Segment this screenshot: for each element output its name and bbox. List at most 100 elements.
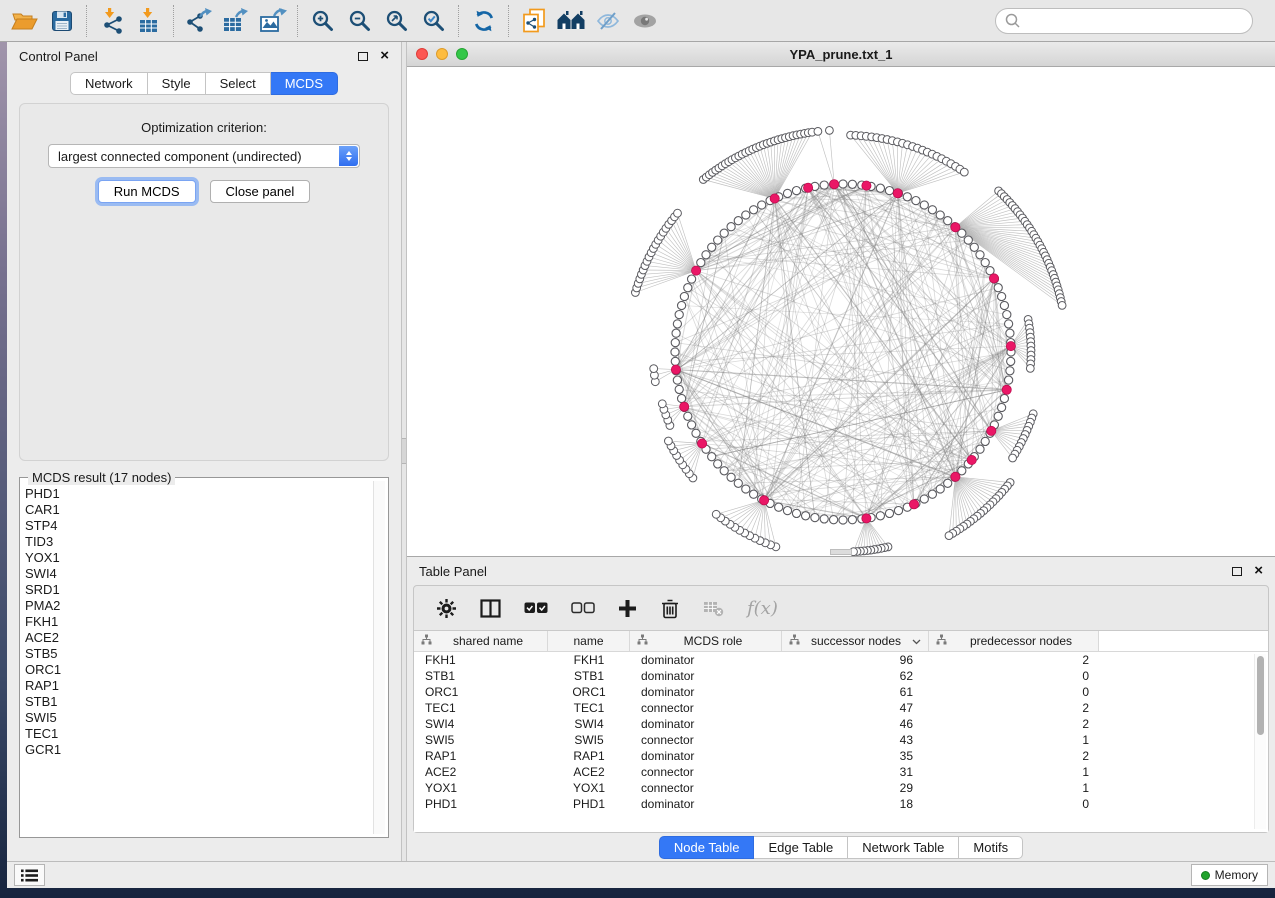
- table-scrollbar-thumb[interactable]: [1257, 656, 1264, 735]
- zoom-fit-button[interactable]: [378, 4, 415, 38]
- add-column-button[interactable]: [618, 599, 637, 618]
- column-header-MCDS-role[interactable]: MCDS role: [630, 631, 782, 651]
- cell-MCDS-role: dominator: [630, 716, 782, 732]
- refresh-button[interactable]: [465, 4, 502, 38]
- status-bar: Memory: [7, 861, 1275, 888]
- column-header-name[interactable]: name: [548, 631, 630, 651]
- table-row[interactable]: STB1STB1dominator620: [414, 668, 1268, 684]
- mcds-node-item[interactable]: SRD1: [25, 582, 370, 598]
- column-header-predecessor-nodes[interactable]: predecessor nodes: [929, 631, 1099, 651]
- table-row[interactable]: FKH1FKH1dominator962: [414, 652, 1268, 668]
- vertical-splitter-handle[interactable]: [402, 438, 406, 464]
- table-row[interactable]: RAP1RAP1dominator352: [414, 748, 1268, 764]
- table-row[interactable]: PHD1PHD1dominator180: [414, 796, 1268, 812]
- mcds-node-item[interactable]: RAP1: [25, 678, 370, 694]
- close-panel-icon[interactable]: ×: [380, 51, 389, 61]
- cell-MCDS-role: dominator: [630, 748, 782, 764]
- show-all-button[interactable]: [626, 4, 663, 38]
- cell-name: STB1: [548, 668, 630, 684]
- zoom-selected-button[interactable]: [415, 4, 452, 38]
- mcds-node-item[interactable]: FKH1: [25, 614, 370, 630]
- mcds-node-item[interactable]: PMA2: [25, 598, 370, 614]
- delete-table-button[interactable]: [703, 600, 724, 617]
- table-row[interactable]: YOX1YOX1connector291: [414, 780, 1268, 796]
- table-row[interactable]: TEC1TEC1connector472: [414, 700, 1268, 716]
- table-row[interactable]: ACE2ACE2connector311: [414, 764, 1268, 780]
- tab-select[interactable]: Select: [206, 72, 271, 95]
- open-file-button[interactable]: [6, 4, 43, 38]
- select-all-button[interactable]: [524, 601, 548, 615]
- first-neighbors-button[interactable]: [552, 4, 589, 38]
- float-panel-icon[interactable]: [1232, 567, 1242, 576]
- result-scrollbar[interactable]: [373, 481, 385, 834]
- table-settings-button[interactable]: [436, 598, 457, 619]
- mcds-node-item[interactable]: ORC1: [25, 662, 370, 678]
- zoom-out-button[interactable]: [341, 4, 378, 38]
- column-header-successor-nodes[interactable]: successor nodes: [782, 631, 929, 651]
- close-panel-icon[interactable]: ×: [1254, 566, 1263, 576]
- tab-mcds[interactable]: MCDS: [271, 72, 338, 95]
- import-network-button[interactable]: [93, 4, 130, 38]
- cell-predecessor-nodes: 1: [929, 780, 1099, 796]
- mcds-node-item[interactable]: ACE2: [25, 630, 370, 646]
- table-scrollbar[interactable]: [1254, 654, 1266, 829]
- zoom-selected-icon: [422, 9, 445, 32]
- zoom-in-button[interactable]: [304, 4, 341, 38]
- mcds-node-item[interactable]: GCR1: [25, 742, 370, 758]
- criterion-select[interactable]: largest connected component (undirected): [48, 144, 360, 168]
- search-input[interactable]: [1025, 13, 1243, 28]
- delete-column-button[interactable]: [660, 598, 680, 619]
- mcds-node-item[interactable]: TEC1: [25, 726, 370, 742]
- hide-selected-button[interactable]: [589, 4, 626, 38]
- task-history-button[interactable]: [14, 864, 45, 886]
- cell-name: SWI4: [548, 716, 630, 732]
- network-view: YPA_prune.txt_1: [407, 42, 1275, 557]
- tab-edge-table[interactable]: Edge Table: [754, 836, 848, 859]
- cell-name: PHD1: [548, 796, 630, 812]
- show-columns-button[interactable]: [480, 599, 501, 618]
- tab-motifs[interactable]: Motifs: [959, 836, 1023, 859]
- float-panel-icon[interactable]: [358, 52, 368, 61]
- table-row[interactable]: SWI5SWI5connector431: [414, 732, 1268, 748]
- mcds-node-item[interactable]: SWI5: [25, 710, 370, 726]
- mcds-node-item[interactable]: STB5: [25, 646, 370, 662]
- close-panel-button[interactable]: Close panel: [210, 180, 311, 203]
- table-panel-title: Table Panel: [419, 564, 487, 579]
- mcds-result-title: MCDS result (17 nodes): [28, 470, 175, 485]
- mcds-node-item[interactable]: SWI4: [25, 566, 370, 582]
- cell-shared-name: FKH1: [414, 652, 548, 668]
- tab-network-table[interactable]: Network Table: [848, 836, 959, 859]
- cell-successor-nodes: 96: [782, 652, 929, 668]
- tab-network[interactable]: Network: [70, 72, 148, 95]
- tab-style[interactable]: Style: [148, 72, 206, 95]
- column-header-shared-name[interactable]: shared name: [414, 631, 548, 651]
- network-canvas[interactable]: [407, 67, 1275, 556]
- mcds-node-item[interactable]: TID3: [25, 534, 370, 550]
- horizontal-splitter-handle[interactable]: [830, 549, 852, 555]
- tab-node-table[interactable]: Node Table: [659, 836, 755, 859]
- duplicate-network-icon: [522, 8, 546, 34]
- search-box[interactable]: [995, 8, 1253, 34]
- export-table-button[interactable]: [217, 4, 254, 38]
- mcds-node-item[interactable]: YOX1: [25, 550, 370, 566]
- desktop-wallpaper: Control Panel × NetworkStyleSelectMCDS O…: [0, 0, 1275, 898]
- mcds-node-item[interactable]: PHD1: [25, 486, 370, 502]
- memory-button[interactable]: Memory: [1191, 864, 1268, 886]
- export-network-button[interactable]: [180, 4, 217, 38]
- cell-successor-nodes: 43: [782, 732, 929, 748]
- mcds-node-item[interactable]: STP4: [25, 518, 370, 534]
- mcds-node-item[interactable]: STB1: [25, 694, 370, 710]
- table-row[interactable]: ORC1ORC1dominator610: [414, 684, 1268, 700]
- network-graph[interactable]: [407, 67, 1275, 556]
- table-row[interactable]: SWI4SWI4dominator462: [414, 716, 1268, 732]
- deselect-all-button[interactable]: [571, 601, 595, 615]
- mcds-node-item[interactable]: CAR1: [25, 502, 370, 518]
- run-mcds-button[interactable]: Run MCDS: [98, 180, 196, 203]
- duplicate-network-button[interactable]: [515, 4, 552, 38]
- save-session-button[interactable]: [43, 4, 80, 38]
- function-builder-button[interactable]: f(x): [747, 598, 778, 619]
- cell-successor-nodes: 31: [782, 764, 929, 780]
- export-image-button[interactable]: [254, 4, 291, 38]
- import-table-button[interactable]: [130, 4, 167, 38]
- sort-desc-icon: [912, 634, 921, 648]
